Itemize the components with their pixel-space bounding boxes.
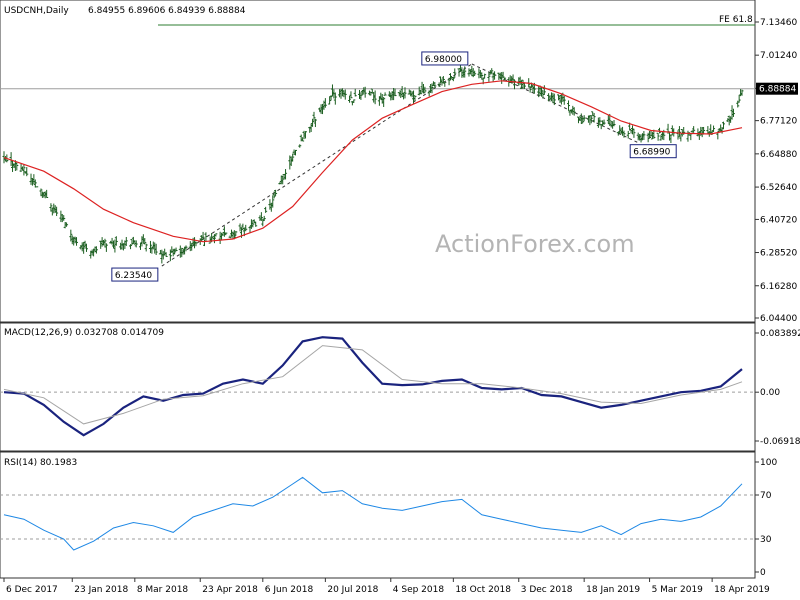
date-tick-label: 23 Apr 2018 [202, 585, 258, 595]
macd-tick-label: 0.083892 [760, 329, 800, 339]
moving-average-line [3, 80, 743, 243]
current-price-label: 6.88884 [759, 85, 796, 95]
annotation-label: 6.98000 [425, 55, 462, 65]
rsi-panel-title: RSI(14) 80.1983 [4, 458, 77, 468]
price-tick-label: 6.52640 [760, 183, 797, 193]
date-tick-label: 6 Jun 2018 [265, 585, 314, 595]
price-tick-label: 6.28520 [760, 249, 797, 259]
usdcnh-chart: FE 61.8 6.98000 6.68990 6.23540 7.13460 7.01… [0, 0, 800, 595]
price-tick-label: 6.16280 [760, 282, 797, 292]
rsi-tick-label: 0 [760, 568, 766, 578]
annotation-label: 6.23540 [115, 271, 152, 281]
trend-line-1 [161, 63, 473, 267]
rsi-tick-label: 30 [760, 535, 772, 545]
axis-layer: 7.134607.012406.890206.771206.648806.526… [3, 18, 800, 595]
macd-tick-label: -0.069189 [760, 437, 800, 447]
trend-line-2 [471, 63, 639, 144]
date-tick-label: 20 Jul 2018 [327, 585, 378, 595]
rsi-layer [0, 476, 755, 551]
date-tick-label: 18 Jan 2019 [586, 585, 640, 595]
price-tick-label: 6.77120 [760, 117, 797, 127]
annotation-label: 6.68990 [633, 148, 670, 158]
rsi-tick-label: 70 [760, 491, 772, 501]
macd-layer [0, 336, 755, 437]
price-panel-title: USDCNH,Daily [4, 6, 69, 16]
macd-panel-frame [0, 322, 756, 452]
price-tick-label: 6.04400 [760, 314, 797, 324]
price-tick-label: 7.01240 [760, 51, 797, 61]
fibo-label: FE 61.8 [719, 15, 753, 25]
macd-tick-label: 0.00 [760, 388, 780, 398]
macd-panel-title: MACD(12,26,9) 0.032708 0.014709 [4, 328, 164, 338]
macd-signal-line [3, 345, 743, 425]
date-tick-label: 8 Mar 2018 [137, 585, 189, 595]
watermark: ActionForex.com [435, 230, 635, 258]
price-tick-label: 6.40720 [760, 215, 797, 225]
price-tick-label: 6.64880 [760, 150, 797, 160]
rsi-panel-frame [0, 451, 756, 579]
ohlc-readout: 6.84955 6.89606 6.84939 6.88884 [88, 6, 246, 16]
date-tick-label: 6 Dec 2017 [6, 585, 58, 595]
rsi-tick-label: 100 [760, 458, 777, 468]
date-tick-label: 18 Apr 2019 [714, 585, 770, 595]
macd-macd-line [3, 336, 743, 437]
date-tick-label: 4 Sep 2018 [393, 585, 445, 595]
date-tick-label: 5 Mar 2019 [652, 585, 704, 595]
date-tick-label: 3 Dec 2018 [521, 585, 573, 595]
price-layer: FE 61.8 6.98000 6.68990 6.23540 [0, 15, 755, 282]
date-tick-label: 23 Jan 2018 [74, 585, 128, 595]
date-tick-label: 18 Oct 2018 [455, 585, 511, 595]
price-tick-label: 7.13460 [760, 18, 797, 28]
